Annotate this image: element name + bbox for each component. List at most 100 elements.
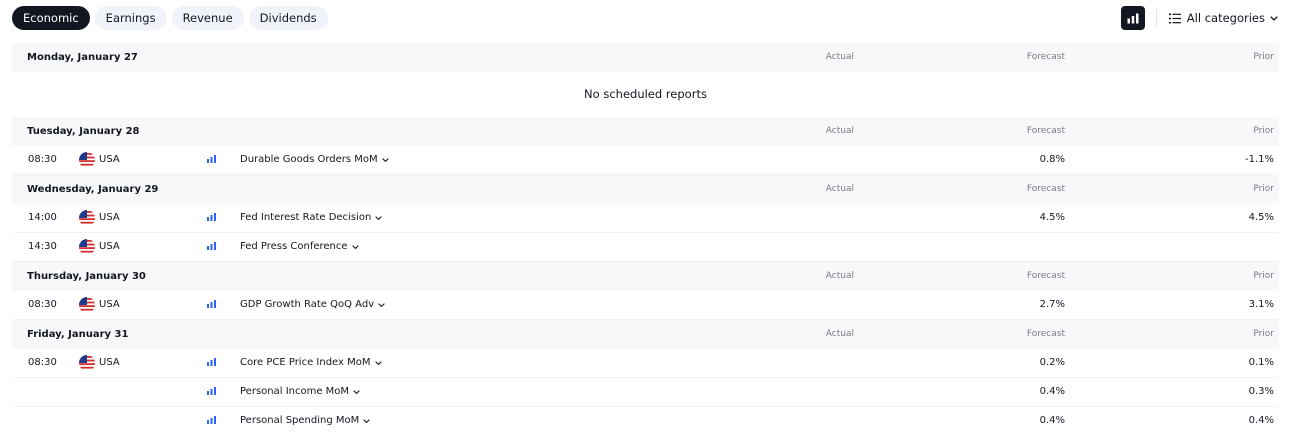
column-header-forecast: Forecast [1026, 52, 1065, 62]
event-prior: 0.4% [1248, 415, 1274, 426]
event-name-toggle[interactable]: Durable Goods Orders MoM [240, 146, 389, 174]
chevron-down-icon [351, 245, 359, 249]
importance-bars-icon [207, 155, 216, 163]
event-country: USA [99, 299, 120, 310]
column-header-forecast: Forecast [1026, 126, 1065, 136]
day-date: Tuesday, January 28 [27, 126, 140, 137]
importance-bars-icon [207, 387, 216, 395]
day-date: Monday, January 27 [27, 52, 138, 63]
right-tools: All categories [1120, 6, 1278, 30]
chevron-down-icon [363, 419, 371, 423]
event-name: Fed Interest Rate Decision [240, 212, 372, 223]
us-flag-icon [79, 239, 95, 255]
column-header-actual: Actual [825, 126, 854, 136]
column-header-prior: Prior [1253, 126, 1274, 136]
importance-bars-icon [207, 416, 216, 424]
event-row[interactable]: 08:30 USA Core PCE Price Index MoM 0.2% … [12, 349, 1279, 378]
category-tabs: Economic Earnings Revenue Dividends [12, 6, 328, 30]
chevron-down-icon [381, 158, 389, 162]
event-forecast: 0.4% [1039, 415, 1065, 426]
event-country: USA [99, 212, 120, 223]
column-header-actual: Actual [825, 329, 854, 339]
event-country: USA [99, 154, 120, 165]
column-header-prior: Prior [1253, 52, 1274, 62]
chevron-down-icon [353, 390, 360, 394]
event-name: Durable Goods Orders MoM [240, 154, 378, 165]
event-prior: -1.1% [1244, 154, 1274, 165]
event-time: 08:30 [28, 154, 57, 165]
column-header-forecast: Forecast [1026, 329, 1065, 339]
importance-bars-icon [207, 358, 216, 366]
chevron-down-icon [374, 361, 382, 365]
event-name: Personal Spending MoM [240, 415, 360, 426]
day-header: Thursday, January 30 Actual Forecast Pri… [12, 262, 1279, 291]
column-header-forecast: Forecast [1026, 184, 1065, 194]
event-row[interactable]: Personal Income MoM 0.4% 0.3% [12, 378, 1279, 407]
us-flag-icon [79, 355, 95, 371]
event-name-toggle[interactable]: Fed Interest Rate Decision [240, 204, 383, 232]
column-header-prior: Prior [1253, 271, 1274, 281]
day-date: Thursday, January 30 [27, 271, 146, 282]
day-date: Wednesday, January 29 [27, 184, 159, 195]
event-name: Core PCE Price Index MoM [240, 357, 371, 368]
event-time: 08:30 [28, 299, 57, 310]
day-date: Friday, January 31 [27, 329, 129, 340]
column-header-actual: Actual [825, 52, 854, 62]
event-prior: 4.5% [1248, 212, 1274, 223]
event-name: GDP Growth Rate QoQ Adv [240, 299, 375, 310]
column-header-actual: Actual [825, 184, 854, 194]
day-header: Wednesday, January 29 Actual Forecast Pr… [12, 175, 1279, 204]
event-name-toggle[interactable]: Fed Press Conference [240, 233, 359, 261]
event-country: USA [99, 241, 120, 252]
importance-bars-icon [207, 242, 216, 250]
event-name: Personal Income MoM [240, 386, 350, 397]
column-header-prior: Prior [1253, 184, 1274, 194]
event-row[interactable]: 14:30 USA Fed Press Conference [12, 233, 1279, 262]
bar-chart-icon [1127, 13, 1139, 23]
list-icon [1168, 13, 1181, 23]
economic-calendar-table: Monday, January 27 Actual Forecast Prior… [12, 43, 1279, 435]
event-row[interactable]: 08:30 USA Durable Goods Orders MoM 0.8% … [12, 146, 1279, 175]
event-name-toggle[interactable]: Personal Income MoM [240, 378, 360, 406]
event-time: 14:00 [28, 212, 57, 223]
event-country: USA [99, 357, 120, 368]
event-name-toggle[interactable]: GDP Growth Rate QoQ Adv [240, 291, 385, 319]
column-header-prior: Prior [1253, 329, 1274, 339]
column-header-forecast: Forecast [1026, 271, 1065, 281]
event-forecast: 4.5% [1039, 212, 1065, 223]
importance-bars-icon [207, 300, 216, 308]
us-flag-icon [79, 297, 95, 313]
event-forecast: 2.7% [1039, 299, 1065, 310]
all-categories-dropdown[interactable]: All categories [1168, 11, 1278, 25]
event-name-toggle[interactable]: Core PCE Price Index MoM [240, 349, 382, 377]
event-prior: 3.1% [1248, 299, 1274, 310]
tab-revenue[interactable]: Revenue [171, 6, 244, 30]
all-categories-label: All categories [1186, 11, 1265, 25]
event-forecast: 0.8% [1039, 154, 1065, 165]
chevron-down-icon [375, 216, 383, 220]
us-flag-icon [79, 210, 95, 226]
toolbar-divider [1155, 9, 1157, 27]
tab-dividends[interactable]: Dividends [248, 6, 328, 30]
no-reports-message: No scheduled reports [584, 87, 707, 101]
day-header: Tuesday, January 28 Actual Forecast Prio… [12, 117, 1279, 146]
event-row[interactable]: Personal Spending MoM 0.4% 0.4% [12, 407, 1279, 435]
event-row[interactable]: 14:00 USA Fed Interest Rate Decision 4.5… [12, 204, 1279, 233]
tab-economic[interactable]: Economic [12, 6, 90, 30]
day-header: Friday, January 31 Actual Forecast Prior [12, 320, 1279, 349]
chart-view-button[interactable] [1120, 6, 1145, 30]
day-header: Monday, January 27 Actual Forecast Prior [12, 43, 1279, 72]
column-header-actual: Actual [825, 271, 854, 281]
chevron-down-icon [378, 303, 385, 307]
tab-earnings[interactable]: Earnings [94, 6, 167, 30]
chevron-down-icon [1270, 15, 1278, 21]
event-forecast: 0.4% [1039, 386, 1065, 397]
event-name-toggle[interactable]: Personal Spending MoM [240, 407, 371, 435]
event-prior: 0.1% [1248, 357, 1274, 368]
event-time: 08:30 [28, 357, 57, 368]
us-flag-icon [79, 152, 95, 168]
event-time: 14:30 [28, 241, 57, 252]
event-name: Fed Press Conference [240, 241, 348, 252]
event-row[interactable]: 08:30 USA GDP Growth Rate QoQ Adv 2.7% 3… [12, 291, 1279, 320]
event-prior: 0.3% [1248, 386, 1274, 397]
